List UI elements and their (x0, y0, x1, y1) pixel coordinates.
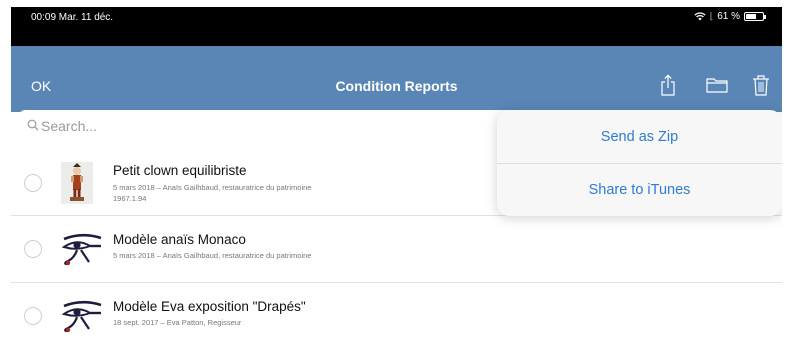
share-to-itunes-button[interactable]: Share to iTunes (497, 163, 782, 216)
battery-icon (744, 12, 766, 21)
report-title: Modèle Eva exposition "Drapés" (113, 299, 306, 314)
navigation-bar: OK Condition Reports (11, 46, 782, 112)
search-icon (27, 119, 39, 131)
wifi-icon (694, 12, 706, 21)
battery-level (746, 14, 756, 19)
selection-radio[interactable] (24, 240, 42, 258)
send-as-zip-button[interactable]: Send as Zip (497, 110, 782, 163)
share-menu: Send as Zip Share to iTunes (497, 110, 782, 216)
report-title: Modèle anaïs Monaco (113, 232, 246, 247)
clown-figurine-photo (61, 162, 93, 209)
charging-indicator: ⌊ (709, 11, 714, 21)
report-inventory-number: 1967.1.94 (113, 194, 147, 203)
selection-radio[interactable] (24, 307, 42, 325)
status-indicators: ⌊ 61 % (694, 11, 766, 22)
report-row[interactable]: Modèle Eva exposition "Drapés" 18 sept. … (11, 283, 782, 340)
eye-of-horus-icon (61, 233, 103, 272)
report-row[interactable]: Modèle anaïs Monaco 5 mars 2018 – Anaïs … (11, 216, 782, 283)
search-input[interactable] (41, 115, 521, 137)
status-bar: 00:09 Mar. 11 déc. ⌊ 61 % (11, 7, 782, 46)
selection-radio[interactable] (24, 174, 42, 192)
report-author-line: 18 sept. 2017 – Eva Patton, Regisseur (113, 318, 242, 327)
trash-icon[interactable] (752, 74, 770, 101)
report-author-line: 5 mars 2018 – Anaïs Gailhbaud, restaurat… (113, 183, 312, 192)
app-window: 00:09 Mar. 11 déc. ⌊ 61 % OK Condition R… (11, 7, 782, 340)
share-icon[interactable] (660, 74, 676, 101)
report-title: Petit clown equilibriste (113, 163, 247, 178)
battery-percentage: 61 % (717, 11, 740, 22)
report-author-line: 5 mars 2018 – Anaïs Gailhbaud, restaurat… (113, 251, 312, 260)
search-bar (19, 110, 539, 142)
eye-of-horus-icon (61, 300, 103, 339)
folder-icon[interactable] (706, 77, 728, 98)
status-time-date: 00:09 Mar. 11 déc. (31, 12, 114, 23)
